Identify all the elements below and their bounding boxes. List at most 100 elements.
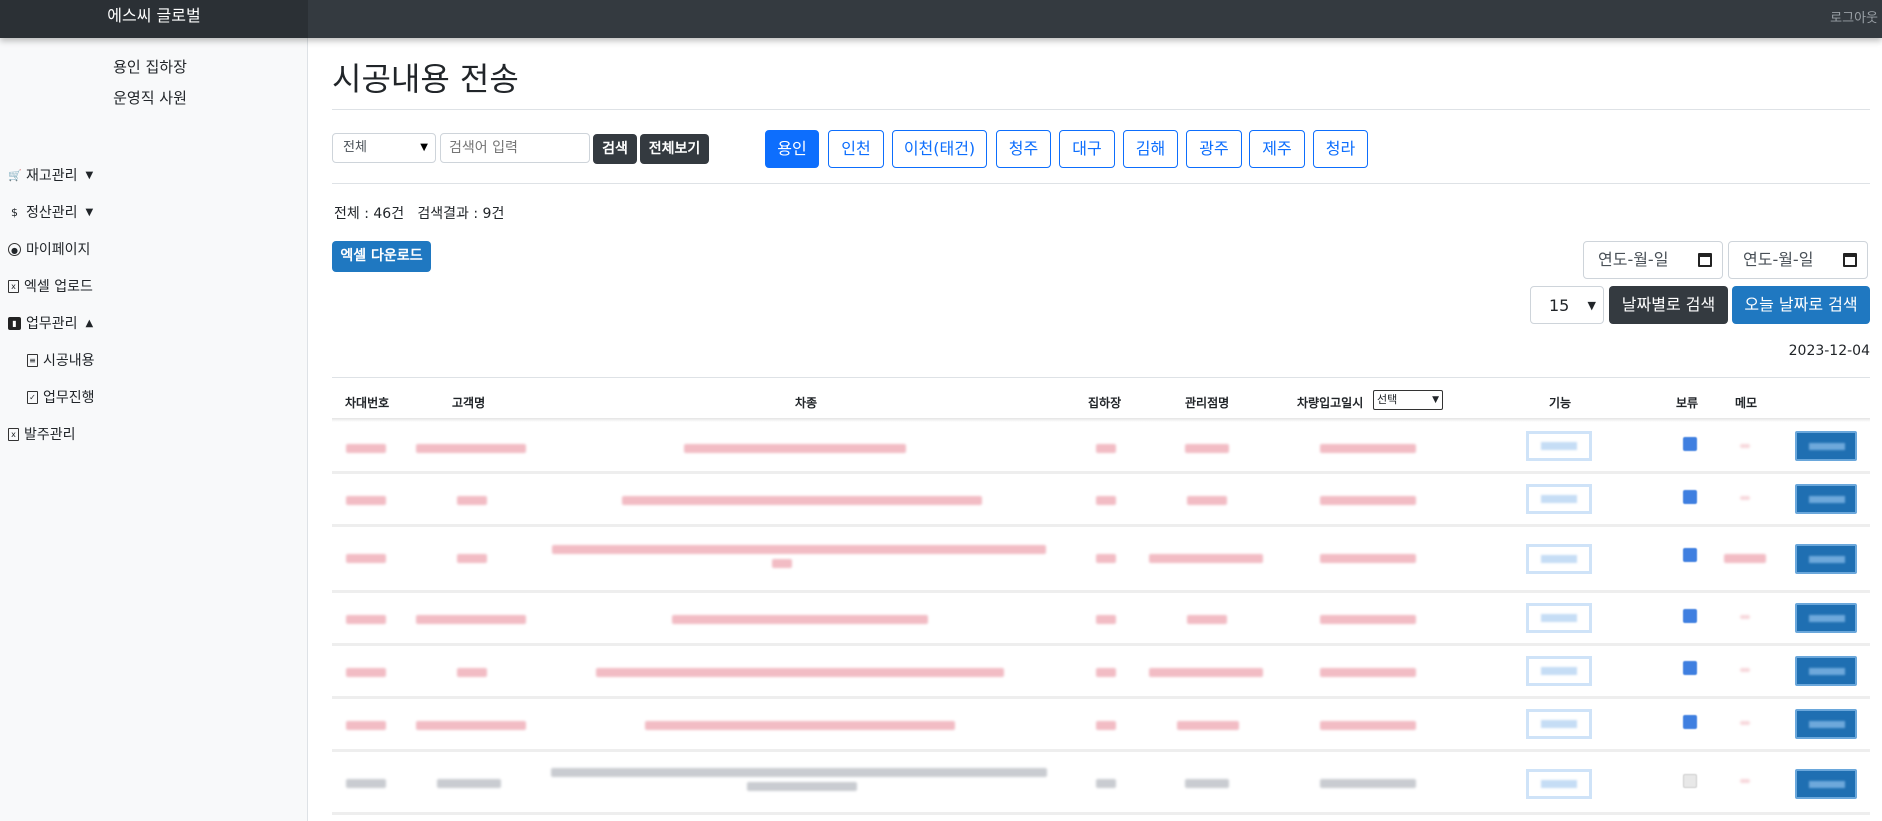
cell-date-redacted (1320, 615, 1416, 624)
date-to-input[interactable]: 연도-월-일 (1728, 241, 1868, 279)
send-button[interactable] (1795, 544, 1857, 574)
sidebar-item-label: 발주관리 (24, 427, 76, 443)
function-button[interactable] (1526, 484, 1592, 514)
search-category-select[interactable]: 전체 ▼ (332, 133, 436, 163)
user-circle-icon: ● (8, 242, 21, 256)
sidebar-child-construction[interactable]: ≡ 시공내용 (27, 350, 95, 370)
table-row[interactable] (332, 752, 1870, 815)
sidebar-item-inventory[interactable]: 🛒 재고관리 ▼ (8, 165, 93, 185)
search-input[interactable] (440, 133, 590, 163)
excel-file-icon: x (8, 427, 19, 441)
table-row[interactable] (332, 474, 1870, 527)
sidebar-child-progress[interactable]: ✓ 업무진행 (27, 387, 95, 407)
cell-date-redacted (1320, 496, 1416, 505)
cell-customer-redacted (457, 668, 487, 677)
cell-memo-redacted (1740, 668, 1750, 672)
send-button[interactable] (1795, 656, 1857, 686)
col-header-vin: 차대번호 (345, 396, 390, 410)
caret-down-icon: ▼ (85, 169, 94, 181)
cell-vin-redacted (346, 554, 386, 563)
page-title: 시공내용 전송 (332, 60, 519, 98)
send-button[interactable] (1795, 431, 1857, 461)
cell-model-redacted (645, 721, 955, 730)
function-button[interactable] (1526, 709, 1592, 739)
cell-branch-redacted (1149, 668, 1263, 677)
cell-branch-redacted (1187, 496, 1227, 505)
region-tab-cheongna[interactable]: 청라 (1313, 130, 1368, 168)
region-tab-cheongju[interactable]: 청주 (996, 130, 1051, 168)
cell-memo-redacted (1740, 496, 1750, 500)
hold-checkbox[interactable] (1683, 609, 1697, 623)
sidebar-child-label: 시공내용 (43, 353, 95, 369)
sidebar-item-work-management[interactable]: ▮ 업무관리 ▲ (8, 313, 93, 333)
cell-memo-redacted (1740, 721, 1750, 725)
date-search-button[interactable]: 날짜별로 검색 (1609, 286, 1728, 324)
cell-model-redacted (552, 545, 1046, 554)
sidebar-sub-yongin-hub[interactable]: 용인 집하장 (0, 56, 300, 77)
table-row[interactable] (332, 527, 1870, 593)
col-header-entry-date: 차량입고일시 (1297, 396, 1364, 410)
divider (332, 109, 1870, 110)
function-button[interactable] (1526, 431, 1592, 461)
region-tab-jeju[interactable]: 제주 (1249, 130, 1305, 168)
sidebar-item-settlement[interactable]: $ 정산관리 ▼ (8, 202, 93, 222)
file-icon: ≡ (27, 353, 38, 367)
cell-customer-redacted (457, 496, 487, 505)
sidebar-item-excel-upload[interactable]: x 엑셀 업로드 (8, 276, 93, 296)
calendar-icon[interactable] (1843, 253, 1857, 267)
function-button[interactable] (1526, 769, 1592, 799)
hold-checkbox[interactable] (1683, 548, 1697, 562)
table-row[interactable] (332, 422, 1870, 474)
cell-model-redacted (622, 496, 982, 505)
region-tab-yongin[interactable]: 용인 (765, 130, 819, 168)
function-button[interactable] (1526, 544, 1592, 574)
brand-title[interactable]: 에스씨 글로벌 (0, 0, 308, 38)
cell-vin-redacted (346, 721, 386, 730)
cell-customer-redacted (416, 444, 526, 453)
cell-date-redacted (1320, 721, 1416, 730)
view-all-button[interactable]: 전체보기 (640, 134, 709, 164)
chevron-down-icon: ▼ (1432, 395, 1439, 405)
hold-checkbox[interactable] (1683, 774, 1697, 788)
hold-checkbox[interactable] (1683, 437, 1697, 451)
send-button[interactable] (1795, 484, 1857, 514)
region-tab-gwangju[interactable]: 광주 (1186, 130, 1242, 168)
table-row[interactable] (332, 593, 1870, 646)
per-page-select[interactable]: 15 ▼ (1530, 286, 1604, 324)
table-row[interactable] (332, 646, 1870, 699)
hold-checkbox[interactable] (1683, 661, 1697, 675)
cell-hub-redacted (1096, 668, 1116, 677)
region-tab-incheon[interactable]: 인천 (828, 130, 884, 168)
cell-memo-redacted (1740, 779, 1750, 783)
cell-date-redacted (1320, 779, 1416, 788)
cell-branch-redacted (1187, 615, 1227, 624)
function-button[interactable] (1526, 656, 1592, 686)
hold-checkbox[interactable] (1683, 490, 1697, 504)
send-button[interactable] (1795, 709, 1857, 739)
divider (332, 183, 1870, 184)
region-tab-icheon[interactable]: 이천(태건) (892, 130, 987, 168)
send-button[interactable] (1795, 769, 1857, 799)
calendar-icon[interactable] (1698, 253, 1712, 267)
cell-hub-redacted (1096, 615, 1116, 624)
cell-vin-redacted (346, 668, 386, 677)
excel-download-button[interactable]: 엑셀 다운로드 (332, 241, 431, 272)
region-tab-daegu[interactable]: 대구 (1059, 130, 1115, 168)
date-from-input[interactable]: 연도-월-일 (1583, 241, 1723, 279)
cell-hub-redacted (1096, 554, 1116, 563)
function-button[interactable] (1526, 603, 1592, 633)
entry-date-filter-select[interactable]: 선택 ▼ (1373, 390, 1443, 410)
cell-customer-redacted (416, 615, 526, 624)
col-header-function: 기능 (1549, 396, 1572, 410)
search-button[interactable]: 검색 (593, 134, 637, 164)
send-button[interactable] (1795, 603, 1857, 633)
sidebar-item-orders[interactable]: x 발주관리 (8, 424, 76, 444)
table-row[interactable] (332, 699, 1870, 752)
hold-checkbox[interactable] (1683, 715, 1697, 729)
sidebar-item-mypage[interactable]: ● 마이페이지 (8, 239, 90, 259)
logout-link[interactable]: 로그아웃 (1830, 7, 1878, 26)
today-search-button[interactable]: 오늘 날짜로 검색 (1732, 286, 1870, 324)
cell-branch-redacted (1185, 444, 1229, 453)
sidebar-sub-staff[interactable]: 운영직 사원 (0, 87, 300, 108)
region-tab-gimhae[interactable]: 김해 (1123, 130, 1178, 168)
